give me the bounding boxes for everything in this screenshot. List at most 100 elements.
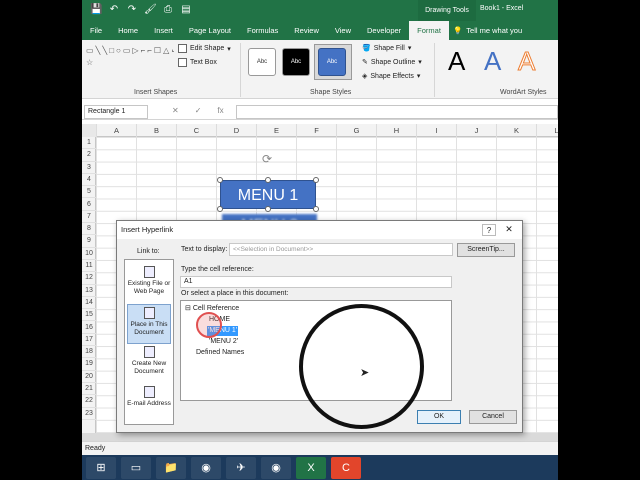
row-header[interactable]: 17 (82, 334, 96, 347)
column-header[interactable]: K (496, 124, 536, 137)
column-header[interactable]: I (416, 124, 456, 137)
row-header[interactable]: 2 (82, 149, 96, 162)
column-header[interactable]: E (256, 124, 296, 137)
table-icon[interactable]: ▤ (180, 4, 192, 15)
text-to-display-input[interactable]: <<Selection in Document>> (229, 243, 453, 256)
shape-style-blue[interactable]: Abc (318, 48, 346, 76)
row-header[interactable]: 10 (82, 248, 96, 260)
row-header[interactable]: 8 (82, 223, 96, 236)
cell-reference-input[interactable]: A1 (180, 276, 452, 288)
row-header[interactable]: 5 (82, 186, 96, 199)
redo-icon[interactable]: ↷ (126, 4, 138, 15)
link-to-new-document[interactable]: Create New Document (127, 344, 171, 384)
row-header[interactable]: 16 (82, 322, 96, 334)
tab-developer[interactable]: Developer (359, 21, 409, 40)
tab-format[interactable]: Format (409, 21, 449, 40)
wordart-style-black[interactable]: A (448, 46, 465, 77)
shapes-gallery[interactable]: ▭╲╲□○▭▷⌐⌐☐△⌙⌐⊿▷⊏⤴∿⌒{}☆ (86, 45, 174, 81)
telegram-icon[interactable]: ✈ (226, 456, 256, 479)
row-header[interactable]: 18 (82, 346, 96, 359)
start-button-icon[interactable]: ⊞ (86, 456, 116, 479)
tab-home[interactable]: Home (110, 21, 146, 40)
rotate-handle-icon[interactable]: ⟳ (262, 152, 272, 166)
resize-handle[interactable] (265, 206, 271, 212)
tab-insert[interactable]: Insert (146, 21, 181, 40)
formula-input[interactable] (236, 105, 558, 119)
menu1-shape[interactable]: MENU 1 (220, 180, 316, 209)
insert-function-icon[interactable]: fx (217, 106, 223, 115)
enter-formula-icon[interactable]: ✓ (195, 106, 202, 115)
shape-effects-button[interactable]: ◈ Shape Effects ▾ (362, 72, 420, 81)
print-preview-icon[interactable]: ⎙ (162, 4, 174, 15)
column-header[interactable]: H (376, 124, 416, 137)
help-icon[interactable]: ? (482, 224, 496, 236)
format-painter-icon[interactable]: 🖌 (144, 4, 157, 15)
resize-handle[interactable] (313, 206, 319, 212)
task-view-icon[interactable]: ▭ (121, 456, 151, 479)
row-header[interactable]: 12 (82, 272, 96, 285)
cancel-button[interactable]: Cancel (469, 410, 517, 424)
chrome-icon[interactable]: ◉ (261, 456, 291, 479)
tab-view[interactable]: View (327, 21, 359, 40)
cancel-formula-icon[interactable]: ✕ (172, 106, 179, 115)
row-header[interactable]: 6 (82, 199, 96, 211)
column-header[interactable]: F (296, 124, 336, 137)
collapse-icon[interactable]: ⊟ (185, 305, 191, 312)
link-to-place-in-document[interactable]: Place in This Document (127, 304, 171, 344)
row-header[interactable]: 13 (82, 285, 96, 297)
resize-handle[interactable] (217, 206, 223, 212)
row-header[interactable]: 14 (82, 297, 96, 310)
chrome-icon[interactable]: ◉ (191, 456, 221, 479)
row-header[interactable]: 23 (82, 408, 96, 420)
tab-review[interactable]: Review (286, 21, 327, 40)
row-header[interactable]: 20 (82, 371, 96, 383)
screentip-button[interactable]: ScreenTip... (457, 243, 515, 257)
column-header[interactable]: J (456, 124, 496, 137)
resize-handle[interactable] (313, 177, 319, 183)
file-explorer-icon[interactable]: 📁 (156, 456, 186, 479)
close-icon[interactable]: ✕ (500, 224, 518, 236)
tab-file[interactable]: File (82, 21, 110, 40)
column-header[interactable]: A (96, 124, 136, 137)
shape-outline-button[interactable]: ✎ Shape Outline ▾ (362, 58, 422, 67)
excel-icon[interactable]: X (296, 456, 326, 479)
row-header[interactable]: 19 (82, 358, 96, 371)
column-header[interactable]: D (216, 124, 256, 137)
row-header[interactable]: 7 (82, 211, 96, 224)
name-box[interactable]: Rectangle 1 (84, 105, 148, 119)
link-to-email[interactable]: E-mail Address (127, 384, 171, 424)
row-header[interactable]: 3 (82, 162, 96, 174)
row-header[interactable]: 1 (82, 137, 96, 150)
row-header[interactable]: 11 (82, 260, 96, 273)
document-place-icon (143, 307, 155, 319)
wordart-style-blue[interactable]: A (484, 46, 501, 77)
row-header[interactable]: 22 (82, 395, 96, 408)
edit-shape-button[interactable]: Edit Shape ▾ (178, 44, 231, 53)
text-box-button[interactable]: Text Box (178, 58, 217, 67)
shape-fill-button[interactable]: 🪣 Shape Fill ▾ (362, 44, 411, 53)
row-header[interactable]: 4 (82, 174, 96, 187)
tell-me-box[interactable]: 💡 Tell me what you (453, 26, 522, 35)
resize-handle[interactable] (265, 177, 271, 183)
save-icon[interactable]: 💾 (90, 4, 102, 15)
wordart-style-orange-outline[interactable]: A (517, 46, 535, 77)
column-header[interactable]: G (336, 124, 376, 137)
shape-style-white[interactable]: Abc (248, 48, 276, 76)
camtasia-icon[interactable]: C (331, 456, 361, 479)
tab-page-layout[interactable]: Page Layout (181, 21, 239, 40)
row-header[interactable]: 21 (82, 383, 96, 396)
undo-icon[interactable]: ↶ (108, 4, 120, 15)
tree-node-defined-names[interactable]: Defined Names (196, 348, 244, 358)
column-header[interactable]: C (176, 124, 216, 137)
shape-style-black[interactable]: Abc (282, 48, 310, 76)
row-header[interactable]: 15 (82, 309, 96, 322)
row-header[interactable]: 9 (82, 235, 96, 248)
column-header[interactable]: B (136, 124, 176, 137)
column-header[interactable]: L (536, 124, 558, 137)
resize-handle[interactable] (217, 177, 223, 183)
tree-node-menu2[interactable]: 'MENU 2' (209, 337, 238, 347)
ok-button[interactable]: OK (417, 410, 461, 424)
tab-formulas[interactable]: Formulas (239, 21, 286, 40)
select-all-corner[interactable] (82, 124, 96, 137)
link-to-existing-file[interactable]: Existing File or Web Page (127, 264, 171, 304)
